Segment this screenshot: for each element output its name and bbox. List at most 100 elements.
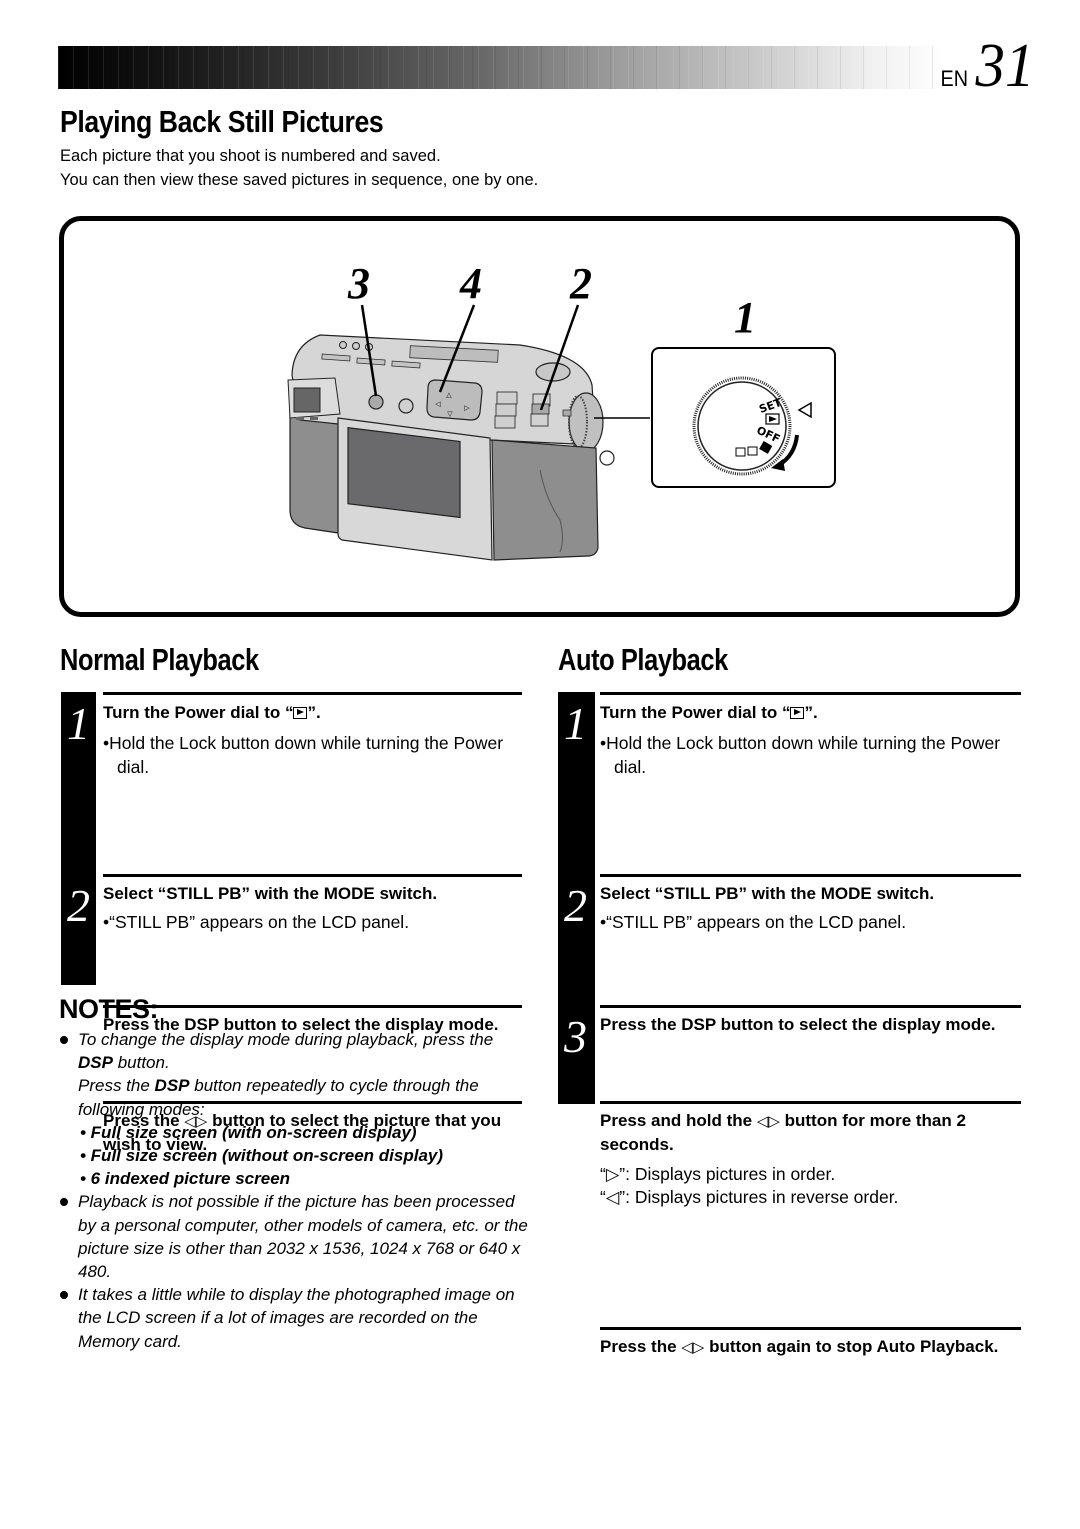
- dial-index-mark-icon: [797, 401, 812, 419]
- step-heading: Select “STILL PB” with the MODE switch.: [600, 883, 935, 903]
- arrow-down-glyph: ▽: [447, 410, 453, 418]
- step-note: •“STILL PB” appears on the LCD panel.: [600, 912, 907, 932]
- arrow-right-glyph: ▷: [464, 404, 470, 412]
- notes-list: To change the display mode during playba…: [59, 1028, 529, 1353]
- bullet-icon: [60, 1291, 68, 1300]
- step-heading-text: ”.: [307, 703, 321, 722]
- intro-text: Each picture that you shoot is numbered …: [60, 145, 538, 192]
- callout-1: 1: [734, 293, 756, 342]
- bullet-icon: [60, 1198, 68, 1207]
- step-heading-text: Turn the Power dial to “: [600, 703, 791, 722]
- step-heading-text: button again to stop Auto Playback.: [704, 1336, 999, 1356]
- arrow-left-glyph: ◁: [435, 400, 441, 408]
- normal-steps: 1 Turn the Power dial to “ ”. •Hold the L…: [61, 692, 522, 1155]
- step-heading: Turn the Power dial to “ ”.: [600, 701, 1021, 725]
- auto-steps: 1 Turn the Power dial to “ ”. •Hold the L…: [558, 692, 1021, 1383]
- step-number: 2: [564, 879, 587, 931]
- indicator-led: [310, 417, 318, 420]
- step-note: “▷”: Displays pictures in order.: [600, 1163, 836, 1184]
- step-rule: [600, 1100, 1021, 1104]
- display-mode-item: • Full size screen (with on-screen displ…: [80, 1122, 417, 1142]
- auto-playback-title: Auto Playback: [558, 642, 728, 677]
- step-rule: [600, 1326, 1021, 1330]
- indicator-led: [296, 417, 304, 420]
- step-number: 3: [564, 1011, 587, 1062]
- step-note: •Hold the Lock button down while turning…: [103, 732, 504, 777]
- dial-mode-icon: [747, 446, 758, 456]
- left-right-arrows-icon: ◁▷: [756, 1112, 780, 1130]
- normal-step-1: 1 Turn the Power dial to “ ”. •Hold the L…: [61, 692, 522, 779]
- notes-title: NOTES:: [59, 994, 159, 1024]
- dial-mode-icon: [735, 447, 746, 457]
- step-number: 5: [564, 1334, 587, 1386]
- strap-lug: [599, 450, 615, 466]
- page-title: Playing Back Still Pictures: [60, 104, 384, 139]
- step-number: 2: [67, 879, 90, 931]
- note-item: It takes a little while to display the p…: [59, 1283, 529, 1353]
- auto-step-5: 5 Press the ◁▷ button again to stop Auto…: [558, 1326, 1021, 1383]
- step-note: •“STILL PB” appears on the LCD panel.: [103, 912, 410, 932]
- display-mode-item: • 6 indexed picture screen: [80, 1169, 291, 1189]
- step-heading: Press and hold the ◁▷ button for more th…: [600, 1109, 1021, 1157]
- step-heading: Turn the Power dial to “ ”.: [103, 701, 522, 725]
- note-item: To change the display mode during playba…: [59, 1028, 529, 1190]
- step-heading-text: Press the: [600, 1336, 682, 1356]
- display-mode-item: • Full size screen (without on-screen di…: [80, 1146, 444, 1166]
- top-button: [339, 341, 347, 349]
- normal-step-2: 2 Select “STILL PB” with the MODE switch…: [61, 873, 522, 935]
- arrow-up-glyph: △: [446, 391, 452, 399]
- note-text: To change the display mode during playba…: [78, 1030, 494, 1073]
- note-item: Playback is not possible if the picture …: [59, 1190, 529, 1283]
- note-text: Playback is not possible if the picture …: [78, 1192, 528, 1282]
- step-number: 1: [67, 698, 90, 749]
- secondary-button: [398, 398, 414, 414]
- top-button: [352, 342, 360, 350]
- step-heading-text: Turn the Power dial to “: [103, 703, 294, 722]
- step-heading-text: Press and hold the: [600, 1110, 757, 1130]
- switch-segment: [494, 415, 516, 429]
- step-rule: [103, 873, 522, 877]
- camera-illustration: △ ◁ ▷ ▽: [287, 304, 650, 561]
- playback-icon: [790, 707, 805, 719]
- auto-step-3: 3 Press the DSP button to select the dis…: [558, 1005, 1021, 1060]
- auto-step-4: 4 Press and hold the ◁▷ button for more …: [558, 1100, 1021, 1210]
- lock-button: [562, 409, 572, 417]
- header-gradient-bar: [58, 46, 948, 89]
- note-text: Press the DSP button repeatedly to cycle…: [78, 1076, 479, 1119]
- step-heading: Select “STILL PB” with the MODE switch.: [103, 883, 438, 903]
- step-rule: [600, 692, 1021, 695]
- power-dial-detail: SET OFF: [692, 376, 812, 476]
- viewfinder-window: [293, 387, 321, 413]
- step-heading: Press the DSP button to select the displ…: [600, 1015, 996, 1034]
- left-right-arrows-icon: ◁▷: [681, 1338, 705, 1356]
- switch-segment: [495, 403, 517, 417]
- lang-code: EN: [940, 66, 969, 91]
- camera-lcd-screen: [347, 427, 461, 519]
- step-rule: [103, 1005, 522, 1008]
- step-rule: [600, 873, 1021, 877]
- bullet-icon: [60, 1036, 68, 1044]
- normal-playback-title: Normal Playback: [60, 642, 259, 677]
- intro-line: Each picture that you shoot is numbered …: [60, 147, 441, 165]
- step-number: 1: [564, 698, 587, 749]
- auto-step-2: 2 Select “STILL PB” with the MODE switch…: [558, 873, 1021, 935]
- intro-line: You can then view these saved pictures i…: [60, 170, 539, 189]
- step-rule: [600, 1005, 1021, 1008]
- step-heading-text: ”.: [804, 703, 818, 722]
- page-number: EN 31: [939, 32, 1036, 100]
- step-note: “◁”: Displays pictures in reverse order.: [600, 1187, 899, 1207]
- page-number-value: 31: [975, 32, 1035, 100]
- dsp-button: [368, 394, 384, 410]
- display-modes-list: • Full size screen (with on-screen displ…: [78, 1121, 529, 1191]
- dial-face: [697, 381, 787, 471]
- camera-right-grip: [491, 439, 599, 561]
- auto-step-1: 1 Turn the Power dial to “ ”. •Hold the L…: [558, 692, 1021, 779]
- switch-segment: [496, 391, 518, 405]
- step-heading: Press the ◁▷ button again to stop Auto P…: [600, 1335, 1021, 1360]
- step-note: •Hold the Lock button down while turning…: [600, 732, 1001, 777]
- step-rule: [103, 692, 522, 695]
- mode-switch-bottom: [530, 413, 549, 427]
- step-number: 4: [564, 1106, 587, 1158]
- note-text: It takes a little while to display the p…: [78, 1285, 515, 1351]
- playback-icon: [293, 707, 308, 719]
